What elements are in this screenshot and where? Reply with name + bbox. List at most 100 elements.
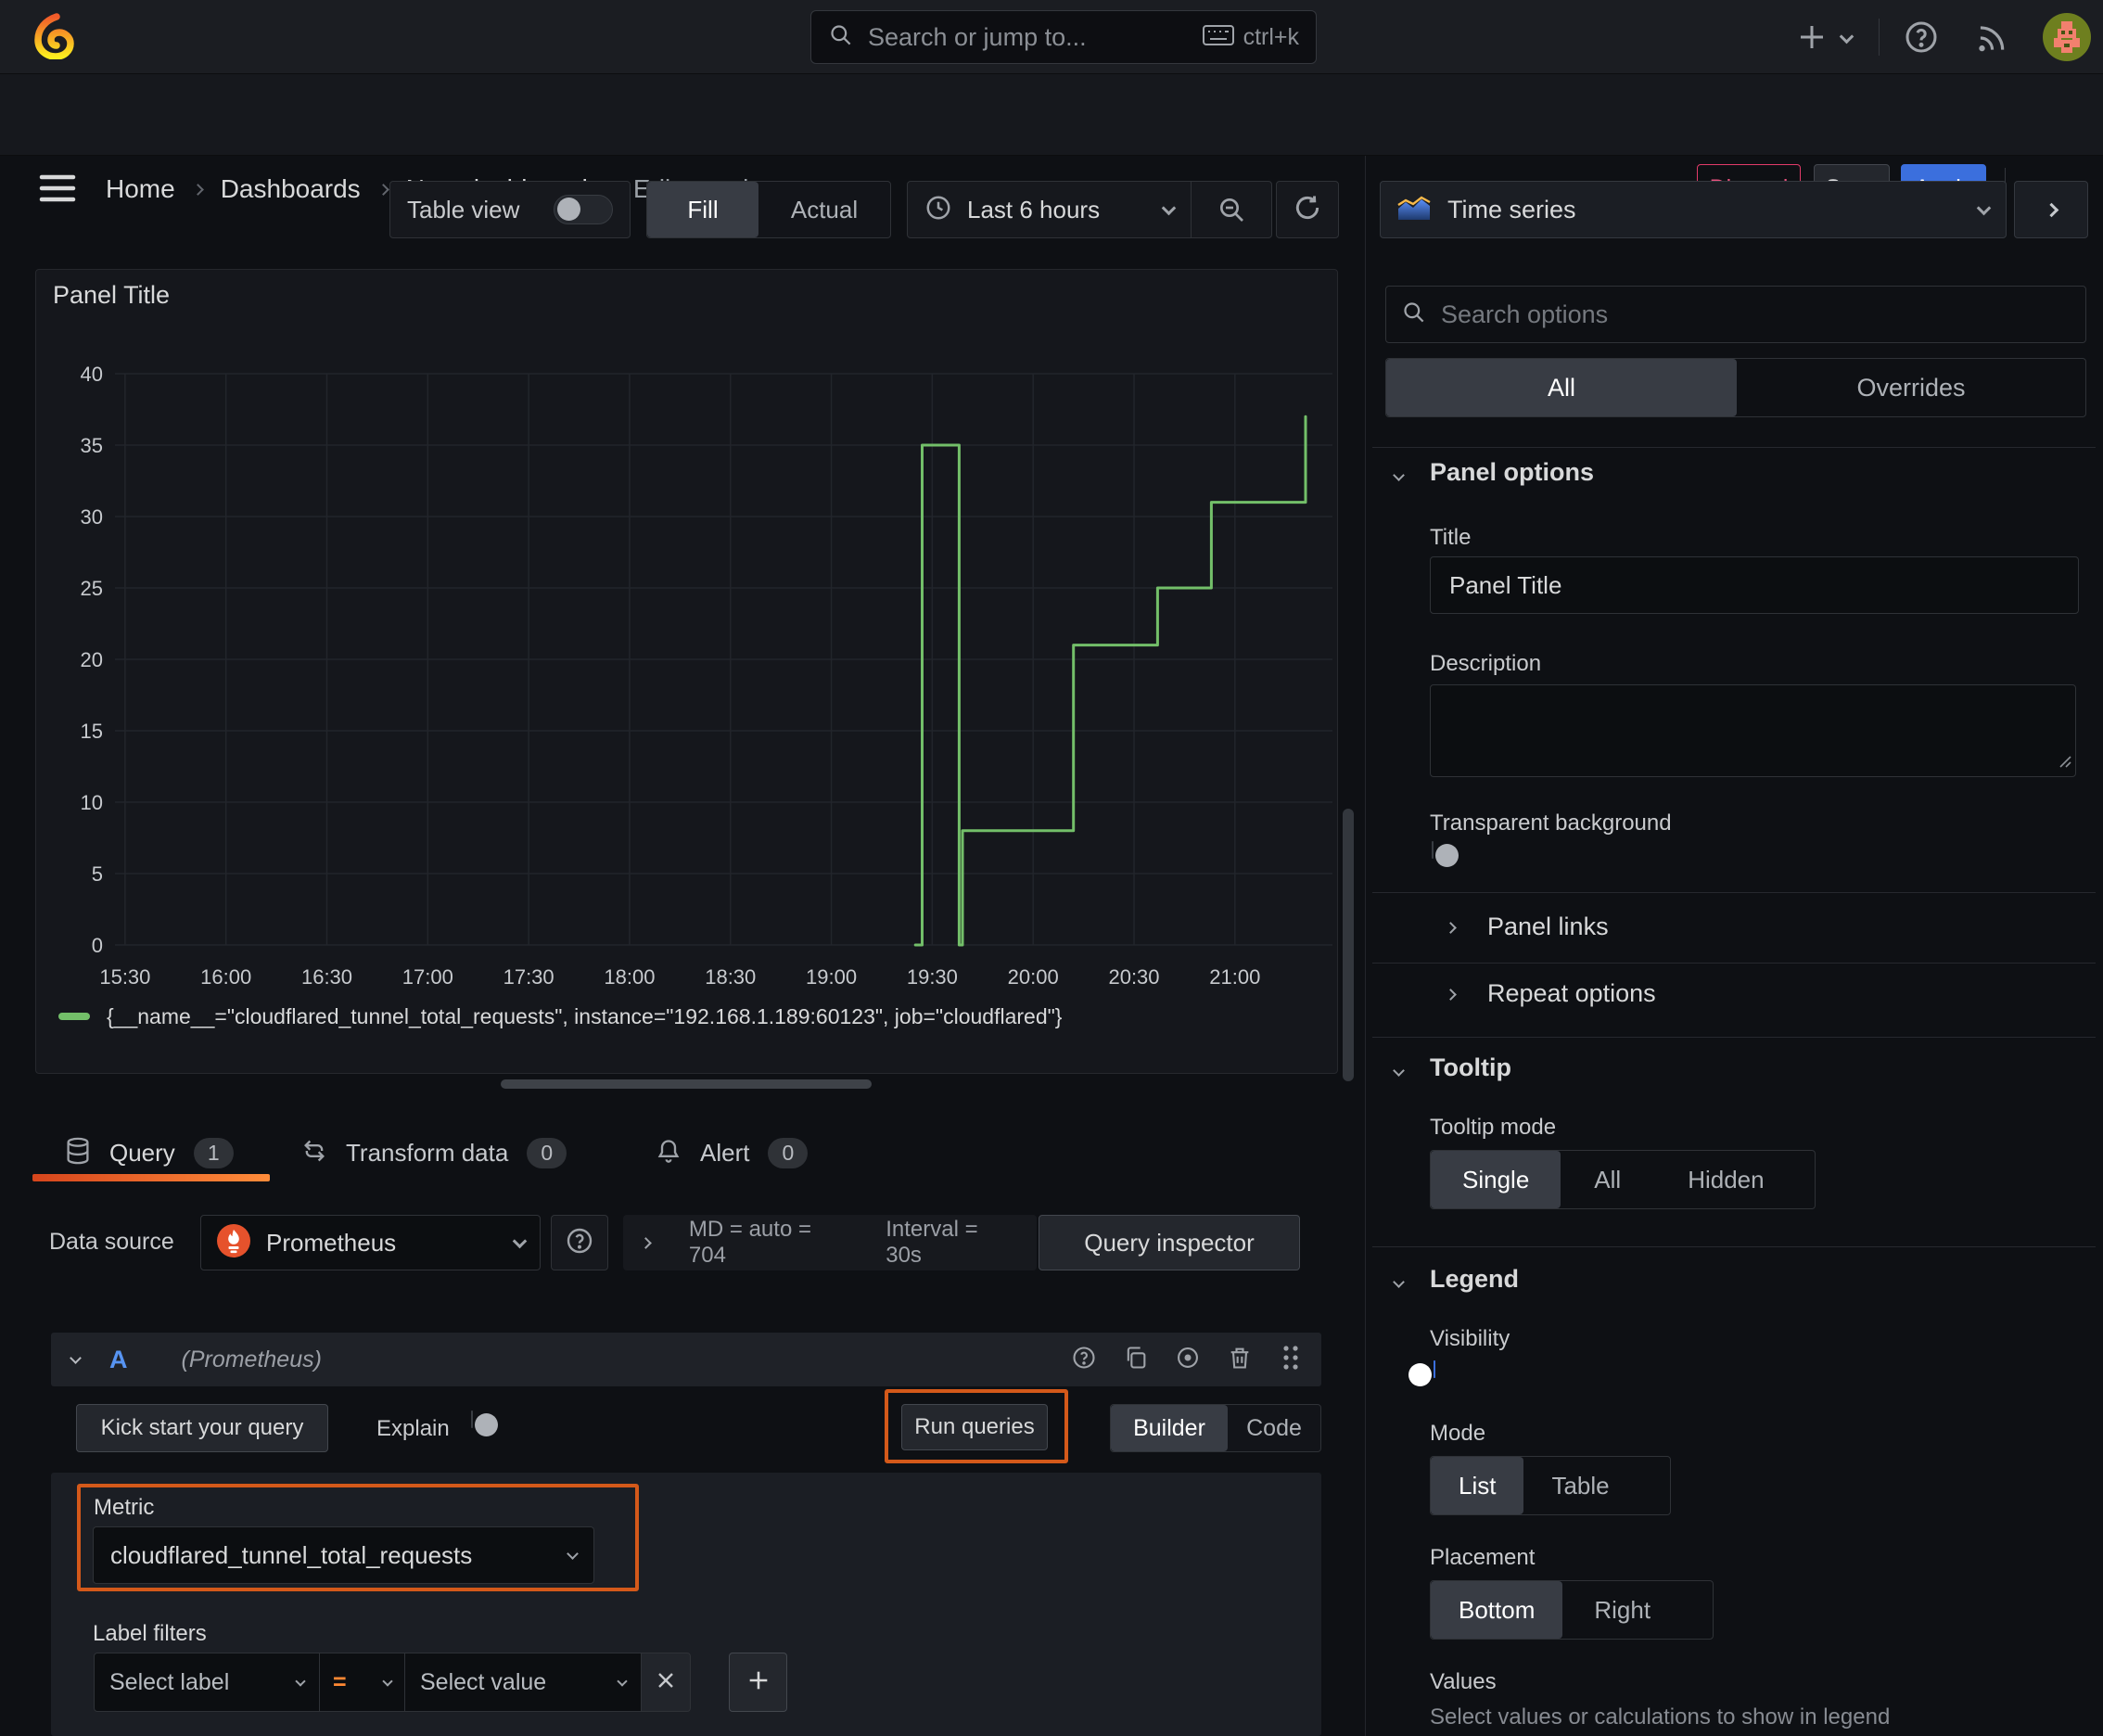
table-view-toggle[interactable]: [554, 195, 613, 224]
run-queries-button[interactable]: Run queries: [901, 1404, 1048, 1450]
query-row-letter[interactable]: A: [109, 1346, 128, 1374]
svg-text:35: 35: [81, 434, 103, 457]
delete-query-icon[interactable]: [1227, 1345, 1253, 1375]
legend-mode-table[interactable]: Table: [1523, 1457, 1637, 1514]
panel-title-input[interactable]: [1430, 556, 2079, 614]
visualization-chevron-icon: [1976, 200, 1992, 215]
tooltip-mode-segmented: Single All Hidden: [1430, 1150, 1816, 1209]
visibility-toggle[interactable]: [1408, 1360, 1435, 1386]
remove-filter-button[interactable]: [642, 1653, 691, 1712]
legend-series-swatch[interactable]: [58, 1013, 90, 1020]
menu-hamburger-icon[interactable]: [39, 170, 76, 211]
time-range-control: Last 6 hours: [907, 181, 1272, 238]
query-row-header: A (Prometheus): [51, 1333, 1321, 1386]
placement-bottom[interactable]: Bottom: [1431, 1581, 1563, 1639]
breadcrumb-separator-icon: [191, 183, 204, 196]
query-options-bar[interactable]: MD = auto = 704 Interval = 30s: [623, 1215, 1037, 1270]
tab-all[interactable]: All: [1386, 359, 1737, 416]
select-label-chevron-icon: [295, 1675, 306, 1687]
panel-resize-handle[interactable]: [501, 1079, 872, 1089]
svg-text:30: 30: [81, 505, 103, 529]
table-view-control: Table view: [389, 181, 631, 238]
actual-option[interactable]: Actual: [758, 182, 890, 237]
label-filters-label: Label filters: [93, 1621, 207, 1646]
transparent-background-toggle[interactable]: [1432, 841, 1459, 867]
tooltip-mode-label: Tooltip mode: [1430, 1115, 1557, 1140]
all-overrides-segmented: All Overrides: [1385, 358, 2086, 417]
datasource-help-button[interactable]: [551, 1215, 608, 1270]
zoom-out-button[interactable]: [1192, 195, 1271, 224]
tab-transform-data[interactable]: Transform data 0: [301, 1130, 567, 1176]
time-range-label: Last 6 hours: [967, 195, 1101, 223]
tooltip-hidden-option[interactable]: Hidden: [1654, 1151, 1797, 1208]
panel-links-header[interactable]: Panel links: [1487, 913, 1609, 941]
add-filter-button[interactable]: [729, 1653, 787, 1712]
panel-options-header[interactable]: Panel options: [1430, 458, 1594, 487]
legend-series-name[interactable]: {__name__="cloudflared_tunnel_total_requ…: [107, 1004, 1062, 1029]
add-new-button[interactable]: [1795, 20, 1829, 58]
grafana-logo-icon[interactable]: [33, 13, 78, 64]
svg-text:21:00: 21:00: [1209, 965, 1260, 989]
time-range-picker[interactable]: Last 6 hours: [908, 182, 1191, 237]
transparent-background-label: Transparent background: [1430, 811, 1672, 836]
toggle-visibility-icon[interactable]: [1175, 1345, 1201, 1375]
tooltip-all-option[interactable]: All: [1561, 1151, 1654, 1208]
close-icon: [655, 1669, 677, 1696]
keyboard-icon: [1202, 23, 1234, 52]
scrollbar-thumb[interactable]: [1343, 809, 1354, 1081]
metric-select[interactable]: cloudflared_tunnel_total_requests: [93, 1526, 594, 1584]
add-new-chevron-icon[interactable]: [1839, 29, 1854, 45]
refresh-button[interactable]: [1276, 181, 1339, 238]
news-rss-icon[interactable]: [1973, 20, 2008, 60]
builder-option[interactable]: Builder: [1111, 1405, 1228, 1451]
sidebar-divider: [1372, 892, 2096, 893]
resize-handle-icon: [2057, 753, 2071, 772]
query-help-icon[interactable]: [1071, 1345, 1097, 1375]
svg-text:25: 25: [81, 577, 103, 600]
legend-mode-list[interactable]: List: [1431, 1457, 1524, 1514]
breadcrumb-home[interactable]: Home: [106, 174, 175, 204]
explain-toggle[interactable]: [471, 1410, 498, 1436]
svg-text:40: 40: [81, 363, 103, 386]
duplicate-query-icon[interactable]: [1123, 1345, 1149, 1375]
query-row-collapse-icon[interactable]: [70, 1351, 82, 1364]
select-value-dropdown[interactable]: Select value: [405, 1653, 642, 1712]
visualization-expand-button[interactable]: [2014, 181, 2088, 238]
query-row-datasource: (Prometheus): [181, 1346, 322, 1372]
transform-icon: [301, 1138, 327, 1168]
svg-text:20:30: 20:30: [1108, 965, 1159, 989]
visualization-select[interactable]: Time series: [1380, 181, 2007, 238]
tab-query[interactable]: Query 1: [65, 1130, 234, 1176]
search-icon: [1401, 300, 1426, 329]
tooltip-header[interactable]: Tooltip: [1430, 1053, 1511, 1082]
svg-text:0: 0: [92, 934, 103, 957]
repeat-options-header[interactable]: Repeat options: [1487, 979, 1656, 1008]
options-search[interactable]: Search options: [1385, 286, 2086, 343]
query-options-md: MD = auto = 704: [688, 1217, 811, 1268]
breadcrumb-dashboards[interactable]: Dashboards: [221, 174, 361, 204]
tab-overrides[interactable]: Overrides: [1737, 359, 2085, 416]
query-options-expand-icon[interactable]: [640, 1236, 652, 1249]
select-label-dropdown[interactable]: Select label: [94, 1653, 320, 1712]
query-editor-block: Metric cloudflared_tunnel_total_requests…: [51, 1473, 1321, 1736]
placement-right[interactable]: Right: [1562, 1581, 1682, 1639]
fill-actual-segmented: Fill Actual: [646, 181, 891, 238]
select-label-placeholder: Select label: [109, 1668, 230, 1695]
help-icon[interactable]: [1903, 19, 1940, 60]
query-inspector-button[interactable]: Query inspector: [1039, 1215, 1300, 1270]
kickstart-query-button[interactable]: Kick start your query: [76, 1404, 328, 1452]
user-avatar[interactable]: [2042, 12, 2092, 67]
time-series-chart[interactable]: 0 5 10 15 20 25 30 35 40 15:30 16:00 16:30 17:00 17:3…: [36, 270, 1337, 999]
tooltip-single-option[interactable]: Single: [1431, 1151, 1561, 1208]
description-textarea[interactable]: [1430, 684, 2076, 777]
global-search[interactable]: Search or jump to... ctrl+k: [810, 10, 1317, 64]
datasource-select[interactable]: Prometheus: [200, 1215, 541, 1270]
code-option[interactable]: Code: [1228, 1405, 1320, 1451]
drag-handle-icon[interactable]: [1281, 1344, 1301, 1376]
sidebar-divider: [1372, 447, 2096, 448]
legend-header[interactable]: Legend: [1430, 1265, 1519, 1294]
fill-option[interactable]: Fill: [647, 182, 758, 237]
search-icon: [828, 22, 853, 52]
operator-dropdown[interactable]: =: [320, 1653, 405, 1712]
tab-alert[interactable]: Alert 0: [656, 1130, 809, 1176]
